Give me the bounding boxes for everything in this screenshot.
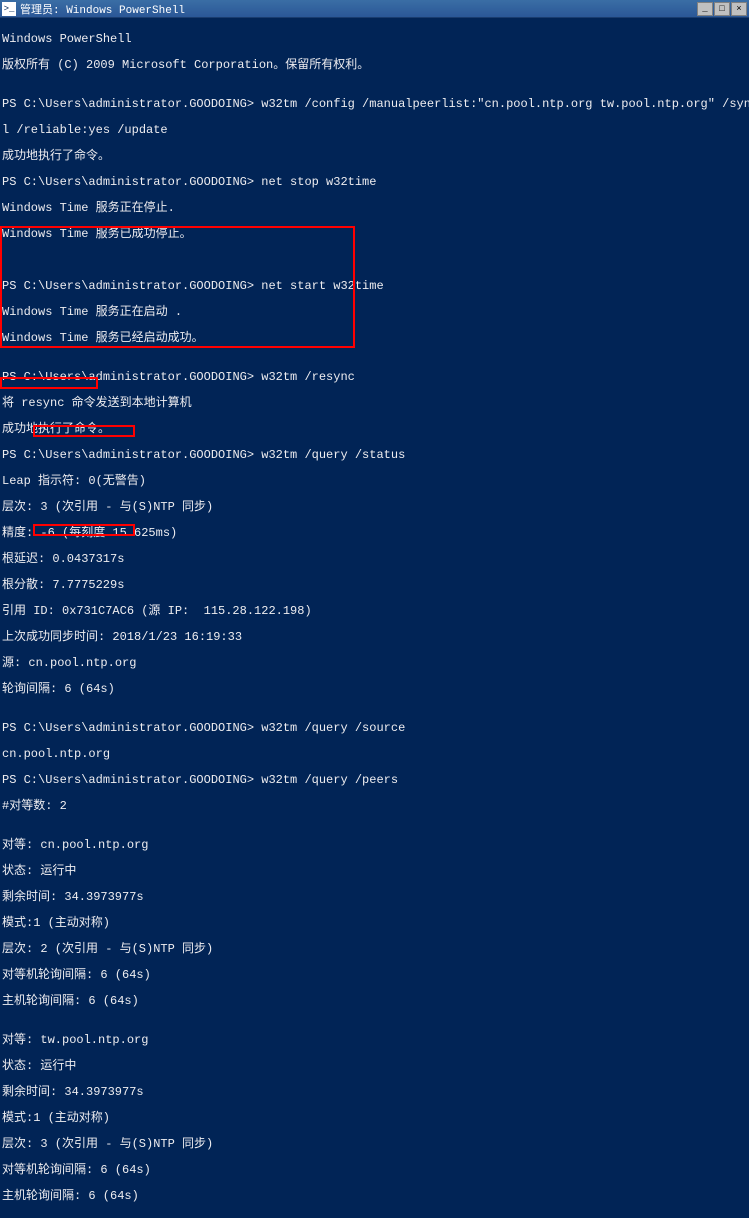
window-title: 管理员: Windows PowerShell [20,1,697,17]
output-line: Windows PowerShell [2,33,747,46]
output-line: 将 resync 命令发送到本地计算机 [2,397,747,410]
output-line: 主机轮询间隔: 6 (64s) [2,1190,747,1203]
output-line: PS C:\Users\administrator.GOODOING> w32t… [2,774,747,787]
window-controls: _ □ × [697,2,747,16]
output-line: 对等机轮询间隔: 6 (64s) [2,1164,747,1177]
output-line: PS C:\Users\administrator.GOODOING> net … [2,280,747,293]
output-line: 层次: 3 (次引用 - 与(S)NTP 同步) [2,1138,747,1151]
output-line: 轮询间隔: 6 (64s) [2,683,747,696]
output-line: cn.pool.ntp.org [2,748,747,761]
output-line: 层次: 3 (次引用 - 与(S)NTP 同步) [2,501,747,514]
output-line: Windows Time 服务已经启动成功。 [2,332,747,345]
output-line: 引用 ID: 0x731C7AC6 (源 IP: 115.28.122.198) [2,605,747,618]
terminal-output[interactable]: Windows PowerShell 版权所有 (C) 2009 Microso… [0,18,749,1218]
output-line: 状态: 运行中 [2,865,747,878]
output-line: 剩余时间: 34.3973977s [2,1086,747,1099]
output-line: PS C:\Users\administrator.GOODOING> w32t… [2,449,747,462]
output-line: 上次成功同步时间: 2018/1/23 16:19:33 [2,631,747,644]
output-line: 根分散: 7.7775229s [2,579,747,592]
output-line: Windows Time 服务正在停止. [2,202,747,215]
minimize-button[interactable]: _ [697,2,713,16]
output-line: 精度: -6 (每刻度 15.625ms) [2,527,747,540]
output-line: 成功地执行了命令。 [2,150,747,163]
powershell-icon: >_ [2,2,16,16]
output-line: 源: cn.pool.ntp.org [2,657,747,670]
output-line: l /reliable:yes /update [2,124,747,137]
maximize-button[interactable]: □ [714,2,730,16]
output-line: 剩余时间: 34.3973977s [2,891,747,904]
output-line: 层次: 2 (次引用 - 与(S)NTP 同步) [2,943,747,956]
window-titlebar: >_ 管理员: Windows PowerShell _ □ × [0,0,749,18]
output-line: 根延迟: 0.0437317s [2,553,747,566]
output-line: #对等数: 2 [2,800,747,813]
output-line: 状态: 运行中 [2,1060,747,1073]
output-line: 模式:1 (主动对称) [2,1112,747,1125]
output-line: 主机轮询间隔: 6 (64s) [2,995,747,1008]
output-line: Windows Time 服务已成功停止。 [2,228,747,241]
output-line: PS C:\Users\administrator.GOODOING> net … [2,176,747,189]
output-line: 版权所有 (C) 2009 Microsoft Corporation。保留所有… [2,59,747,72]
output-line: Windows Time 服务正在启动 . [2,306,747,319]
close-button[interactable]: × [731,2,747,16]
output-line: Leap 指示符: 0(无警告) [2,475,747,488]
output-line: PS C:\Users\administrator.GOODOING> w32t… [2,722,747,735]
output-line: 对等机轮询间隔: 6 (64s) [2,969,747,982]
output-line: 对等: cn.pool.ntp.org [2,839,747,852]
output-line: PS C:\Users\administrator.GOODOING> w32t… [2,371,747,384]
output-line: PS C:\Users\administrator.GOODOING> w32t… [2,98,747,111]
output-line: 成功地执行了命令。 [2,423,747,436]
output-line: 对等: tw.pool.ntp.org [2,1034,747,1047]
output-line: 模式:1 (主动对称) [2,917,747,930]
